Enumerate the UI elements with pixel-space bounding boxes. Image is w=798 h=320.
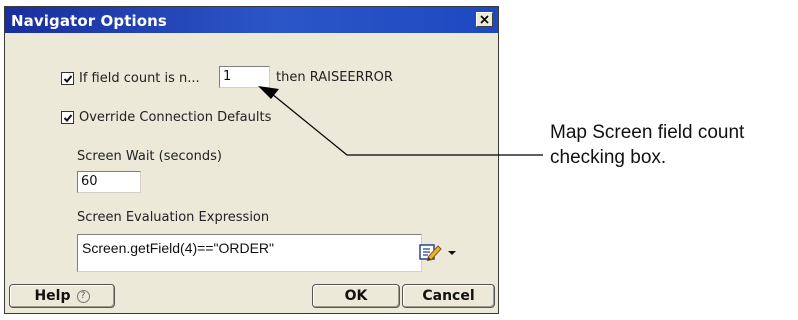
callout-text-line2: checking box. xyxy=(550,147,667,168)
callout-text-line1: Map Screen field count xyxy=(550,122,745,143)
callout-arrow xyxy=(258,86,543,156)
